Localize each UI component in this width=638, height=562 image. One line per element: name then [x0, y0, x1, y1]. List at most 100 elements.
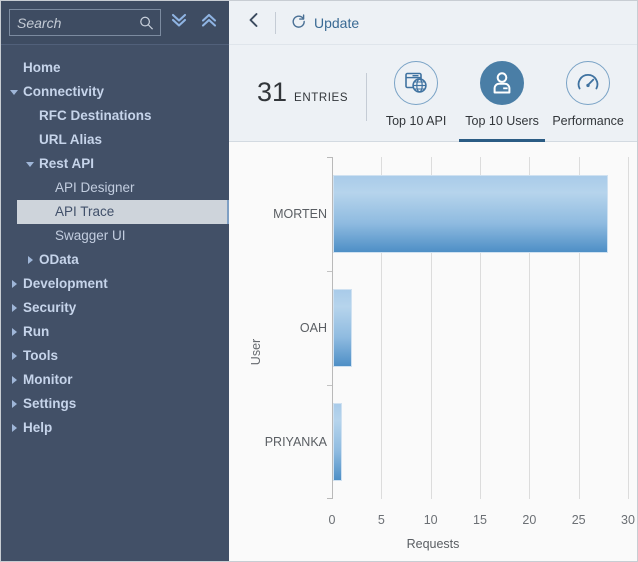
tab-performance[interactable]: Performance — [545, 55, 631, 142]
sidebar-nav: Home Connectivity RFC Destinations URL Alia… — [1, 45, 229, 561]
sidebar-item-label: Connectivity — [23, 84, 105, 100]
sidebar-tree-controls — [165, 8, 223, 38]
chart-category-tick — [327, 385, 332, 386]
toolbar: Update — [229, 1, 637, 45]
chart-category-label: MORTEN — [273, 207, 327, 221]
chart-x-tick-label: 10 — [423, 513, 438, 527]
sidebar-item-label: API Designer — [55, 180, 135, 196]
back-button[interactable] — [241, 10, 267, 36]
chart-x-tick-label: 5 — [377, 513, 385, 527]
sidebar-item-label: Swagger UI — [55, 228, 126, 244]
sidebar-item-label: RFC Destinations — [39, 108, 152, 124]
sidebar-item-connectivity[interactable]: Connectivity — [1, 80, 229, 104]
gauge-icon — [566, 61, 611, 105]
sidebar-item-label: Rest API — [39, 156, 95, 172]
update-button[interactable]: Update — [290, 13, 359, 33]
chart-x-tick-label: 20 — [522, 513, 537, 527]
sidebar-item-api-trace[interactable]: API Trace — [17, 200, 229, 224]
sidebar-item-label: URL Alias — [39, 132, 103, 148]
sidebar-item-label: Tools — [23, 348, 58, 364]
sidebar-item-url-alias[interactable]: URL Alias — [1, 128, 229, 152]
sidebar-item-label: Run — [23, 324, 50, 340]
sidebar-item-rest-api[interactable]: Rest API — [1, 152, 229, 176]
chart-category-labels: MORTEN OAH PRIYANKA — [229, 157, 327, 499]
api-globe-icon — [394, 61, 439, 105]
triangle-right-icon — [7, 376, 21, 384]
chart-bar[interactable] — [333, 289, 352, 367]
triangle-down-icon — [23, 161, 37, 167]
chart-axis-cap-top — [327, 157, 333, 158]
chevron-double-up-icon — [199, 10, 219, 35]
sidebar-item-label: Home — [23, 60, 61, 76]
tab-top-10-users[interactable]: Top 10 Users — [459, 55, 546, 142]
sidebar-item-label: Help — [23, 420, 53, 436]
chart-x-axis-title: Requests — [406, 537, 460, 551]
top-10-users-chart: User MORTEN OAH PRIYANKA 0 5 10 15 20 25 30 Requ… — [229, 142, 637, 561]
chart-category-label: PRIYANKA — [264, 435, 327, 449]
sidebar-item-label: API Trace — [55, 204, 115, 220]
triangle-right-icon — [7, 352, 21, 360]
sidebar-item-run[interactable]: Run — [1, 320, 229, 344]
sidebar-item-rfc-destinations[interactable]: RFC Destinations — [1, 104, 229, 128]
sidebar-item-swagger-ui[interactable]: Swagger UI — [1, 224, 229, 248]
expand-all-button[interactable] — [195, 8, 223, 38]
view-tabs: Top 10 API Top 10 Users Performance — [373, 55, 631, 142]
entries-caption: ENTRIES — [294, 92, 349, 104]
chart-container: User MORTEN OAH PRIYANKA 0 5 10 15 20 25 30 Requ… — [229, 142, 637, 561]
tab-top-10-api[interactable]: Top 10 API — [373, 55, 459, 142]
sidebar-item-label: OData — [39, 252, 79, 268]
sidebar-item-label: Security — [23, 300, 77, 316]
chart-category-label: OAH — [299, 321, 327, 335]
tab-label: Top 10 API — [385, 114, 447, 128]
tab-label: Performance — [552, 114, 624, 128]
refresh-icon — [290, 13, 307, 33]
chart-category-tick — [327, 271, 332, 272]
sidebar-item-tools[interactable]: Tools — [1, 344, 229, 368]
sidebar-item-home[interactable]: Home — [1, 56, 229, 80]
entries-counter: 31 ENTRIES — [229, 55, 348, 108]
entries-count: 31 — [257, 77, 288, 107]
search-icon[interactable] — [139, 15, 154, 30]
sidebar-item-odata[interactable]: OData — [1, 248, 229, 272]
kpi-and-tabs-bar: 31 ENTRIES Top 10 API Top 10 Users Perfo… — [229, 45, 637, 142]
update-label: Update — [314, 14, 360, 31]
sidebar-item-development[interactable]: Development — [1, 272, 229, 296]
sidebar-item-api-designer[interactable]: API Designer — [1, 176, 229, 200]
chart-x-tick-label: 0 — [328, 513, 336, 527]
toolbar-divider — [275, 11, 276, 34]
triangle-right-icon — [23, 256, 37, 264]
triangle-down-icon — [7, 89, 21, 95]
triangle-right-icon — [7, 400, 21, 408]
chart-x-tick-label: 25 — [571, 513, 586, 527]
api-trace-page: Home Connectivity RFC Destinations URL Alia… — [0, 0, 638, 562]
collapse-all-button[interactable] — [165, 8, 193, 38]
tab-label: Top 10 Users — [465, 114, 539, 128]
kpi-divider — [366, 73, 368, 121]
chart-bar[interactable] — [333, 403, 342, 481]
sidebar-header — [1, 1, 229, 45]
triangle-right-icon — [7, 328, 21, 336]
chart-x-axis-ticks: 0 5 10 15 20 25 30 — [328, 505, 635, 527]
chart-gridline — [628, 157, 629, 499]
chart-plot-area — [327, 157, 629, 499]
user-icon — [480, 61, 525, 105]
triangle-right-icon — [7, 280, 21, 288]
sidebar-item-label: Settings — [23, 396, 77, 412]
search-box[interactable] — [9, 9, 161, 36]
main-content: Update 31 ENTRIES Top 10 API Top 10 User… — [229, 1, 637, 561]
sidebar-item-monitor[interactable]: Monitor — [1, 368, 229, 392]
triangle-right-icon — [7, 424, 21, 432]
chevron-left-icon — [245, 11, 263, 34]
sidebar-item-help[interactable]: Help — [1, 416, 229, 440]
chart-axis-cap-bottom — [327, 498, 333, 499]
chart-x-tick-label: 30 — [621, 513, 635, 527]
sidebar-item-label: Development — [23, 276, 108, 292]
sidebar-item-label: Monitor — [23, 372, 73, 388]
chart-bar[interactable] — [333, 175, 609, 253]
sidebar-item-settings[interactable]: Settings — [1, 392, 229, 416]
sidebar: Home Connectivity RFC Destinations URL Alia… — [1, 1, 229, 561]
search-input[interactable] — [10, 10, 160, 35]
chevron-double-down-icon — [169, 10, 189, 35]
chart-x-tick-label: 15 — [473, 513, 487, 527]
sidebar-item-security[interactable]: Security — [1, 296, 229, 320]
